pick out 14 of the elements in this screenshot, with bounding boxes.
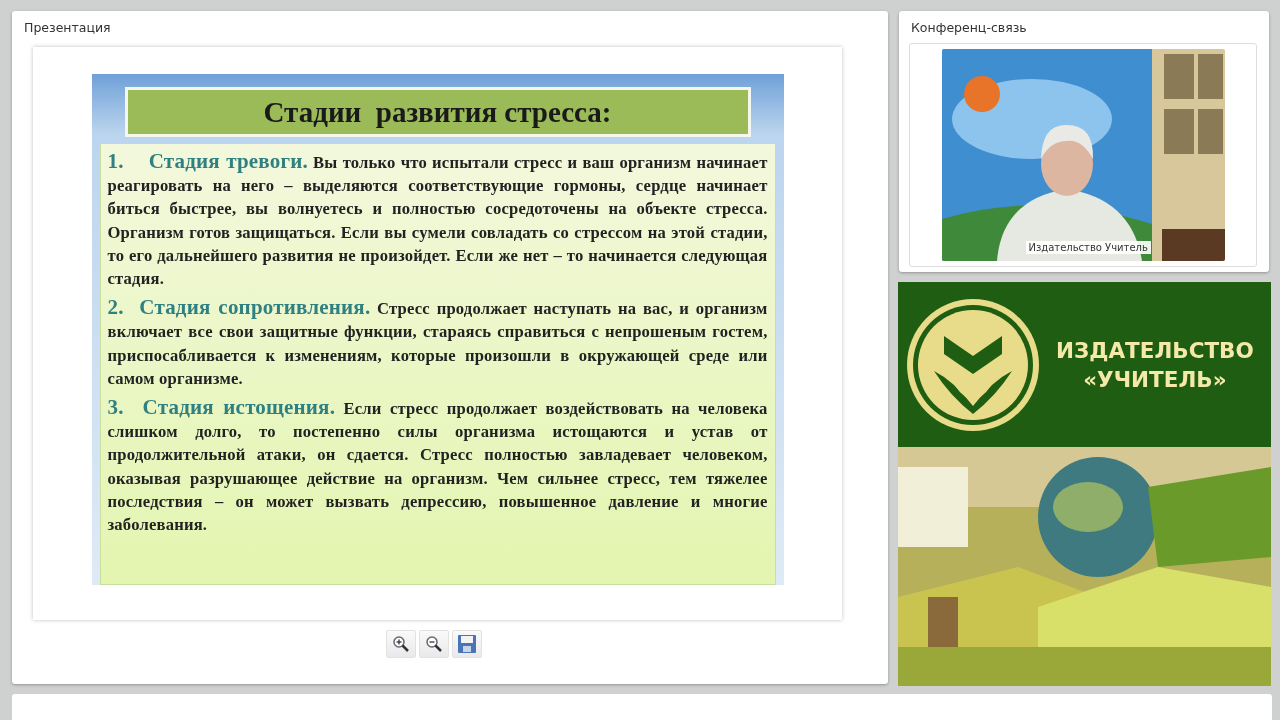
- video-caption: Издательство Учитель: [1025, 241, 1151, 254]
- zoom-in-button[interactable]: [386, 630, 416, 658]
- zoom-out-icon: [425, 635, 443, 653]
- panel-title: Конференц-связь: [910, 19, 1028, 37]
- slide-paragraph: 3. Стадия истощения. Если стресс продолжает воздействовать на человека слишком долго, то постепенно силы организма истощаются и устав от продолжительной атаки, он сдается. Стресс полностью завладевает человеком, оказывая разрушающее действие на организм. Чем сильнее стресс, тем тяжелее последствия – он может вызвать депрессию, повышенное давление и многие заболевания.: [107, 396, 768, 537]
- slide-paragraph: 2. Стадия сопротивления. Стресс продолжает наступать на вас, и организм включает все свои защитные функции, стараясь справиться с непрошеным гостем, приспосабливается к изменениям, которые произошли в окружающей среде или самом организме.: [107, 296, 768, 390]
- slide-paragraph: 1. Стадия тревоги. Вы только что испытали стресс и ваш организм начинает реагировать на него – выделяются соответствующие гормоны, сердце начинает биться быстрее, вы волнуетесь и полностью сосредоточены на объекте стресса. Организм готов защищаться. Если вы сумели совладать со стрессом на этой стадии, то его дальнейшего развития не произойдет. Если же нет – то начинается следующая стадия.: [107, 150, 768, 290]
- zoom-in-icon: [392, 635, 410, 653]
- panel-title: Презентация: [23, 19, 112, 37]
- slide-heading: Стадии развития стресса:: [124, 87, 751, 137]
- publisher-name: «УЧИТЕЛЬ»: [1083, 365, 1227, 394]
- publisher-name: ИЗДАТЕЛЬСТВО: [1056, 336, 1254, 365]
- zoom-out-button[interactable]: [419, 630, 449, 658]
- save-button[interactable]: [452, 630, 482, 658]
